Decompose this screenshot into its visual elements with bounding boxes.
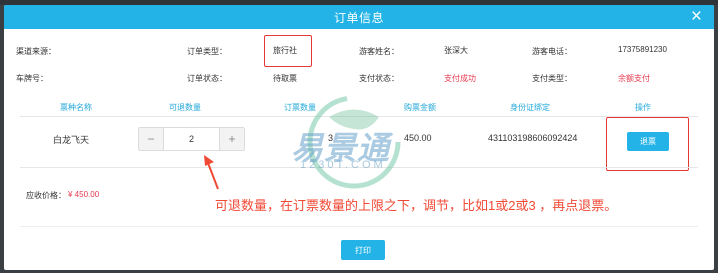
visitor-phone-label: 游客电话： [532, 47, 572, 56]
refund-qty-input[interactable]: 2 [164, 128, 219, 150]
plate-label: 车牌号： [16, 74, 48, 83]
pay-status-value: 支付成功 [444, 74, 476, 83]
visitor-name-value: 张深大 [444, 46, 468, 55]
col-order-qty: 订票数量 [284, 103, 316, 112]
print-button[interactable]: 打印 [341, 240, 385, 260]
table-header-divider [20, 116, 698, 117]
col-amount: 购票金额 [404, 103, 436, 112]
ticket-name-cell: 白龙飞天 [53, 135, 90, 145]
col-id-card: 身份证绑定 [510, 103, 550, 112]
order-type-highlight [264, 35, 312, 67]
order-status-label: 订单状态： [187, 74, 227, 83]
increment-button[interactable]: + [219, 128, 244, 150]
payable-value: ¥ 450.00 [68, 190, 100, 199]
pay-status-label: 支付状态： [359, 74, 399, 83]
col-refund-qty: 可退数量 [169, 103, 201, 112]
id-card-cell: 431103198606092424 [488, 133, 578, 143]
amount-cell: 450.00 [404, 133, 432, 143]
col-action: 操作 [635, 103, 651, 112]
close-icon[interactable]: × [691, 7, 702, 26]
visitor-name-label: 游客姓名： [359, 47, 399, 56]
order-status-value: 待取票 [273, 74, 297, 83]
watermark-subtext: 1230T.COM [300, 159, 386, 171]
payable-label: 应收价格： [26, 191, 66, 200]
refund-qty-stepper[interactable]: − 2 + [138, 127, 245, 151]
source-label: 渠道来源： [16, 47, 56, 56]
order-type-label: 订单类型： [187, 47, 227, 56]
order-info-dialog: 订单信息 × 渠道来源： 订单类型： 旅行社 游客姓名： 张深大 游客电话： 1… [4, 5, 714, 270]
decrement-button[interactable]: − [139, 128, 164, 150]
dialog-title: 订单信息 [333, 11, 384, 25]
dialog-titlebar: 订单信息 × [4, 5, 714, 29]
summary-divider [20, 226, 698, 227]
col-ticket-name: 票种名称 [60, 103, 92, 112]
visitor-phone-value: 17375891230 [618, 45, 667, 54]
annotation-arrow-icon [204, 155, 219, 190]
annotation-text: 可退数量，在订票数量的上限之下，调节，比如1或2或3 ，再点退票。 [215, 198, 618, 213]
refund-button[interactable]: 退票 [627, 132, 669, 151]
pay-type-label: 支付类型： [532, 74, 572, 83]
pay-type-value: 余额支付 [618, 74, 650, 83]
